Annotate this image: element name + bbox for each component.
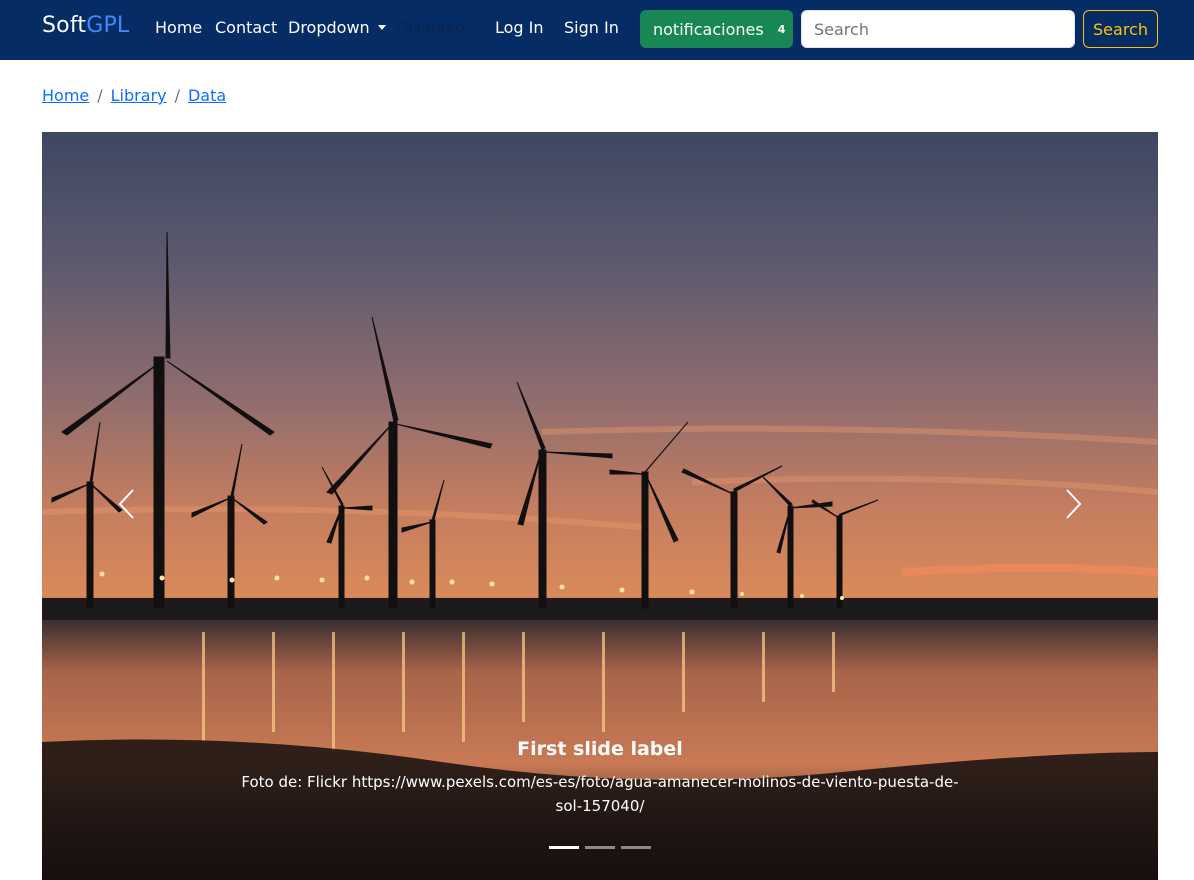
login-link[interactable]: Log In xyxy=(495,18,544,37)
navbar: SoftGPL Home Contact Dropdown Disabled L… xyxy=(0,0,1194,60)
breadcrumb-separator: / xyxy=(174,86,180,105)
search-button[interactable]: Search xyxy=(1083,10,1158,48)
notifications-label: notificaciones xyxy=(653,19,764,39)
nav-dropdown-label: Dropdown xyxy=(288,18,370,37)
carousel-prev-button[interactable] xyxy=(96,472,156,536)
nav-contact-link[interactable]: Contact xyxy=(215,18,277,37)
notifications-count-badge: 4 xyxy=(777,22,786,36)
breadcrumb-data[interactable]: Data xyxy=(188,86,226,105)
notifications-button[interactable]: notificaciones 4 xyxy=(640,10,793,48)
caption-text: Foto de: Flickr https://www.pexels.com/e… xyxy=(241,773,959,815)
carousel-indicators xyxy=(549,846,651,849)
carousel-indicator-3[interactable] xyxy=(621,846,651,849)
breadcrumb: Home / Library / Data xyxy=(42,86,226,105)
caption-title: First slide label xyxy=(517,738,683,760)
carousel-indicator-1[interactable] xyxy=(549,846,579,849)
breadcrumb-separator: / xyxy=(97,86,103,105)
carousel-indicator-2[interactable] xyxy=(585,846,615,849)
nav-disabled-link: Disabled xyxy=(396,18,466,37)
search-input[interactable] xyxy=(801,10,1075,48)
breadcrumb-library[interactable]: Library xyxy=(111,86,167,105)
brand-accent-text: GPL xyxy=(86,13,130,38)
nav-home-link[interactable]: Home xyxy=(155,18,202,37)
nav-dropdown-toggle[interactable]: Dropdown xyxy=(288,18,386,37)
chevron-right-icon xyxy=(1066,489,1082,519)
caret-down-icon xyxy=(377,25,386,30)
carousel-caption: First slide label Foto de: Flickr https:… xyxy=(232,738,968,818)
signin-link[interactable]: Sign In xyxy=(564,18,619,37)
image-carousel: First slide label Foto de: Flickr https:… xyxy=(42,132,1158,880)
breadcrumb-home[interactable]: Home xyxy=(42,86,89,105)
brand-logo[interactable]: SoftGPL xyxy=(42,13,129,38)
chevron-left-icon xyxy=(118,489,134,519)
carousel-next-button[interactable] xyxy=(1044,472,1104,536)
brand-text: Soft xyxy=(42,13,87,38)
